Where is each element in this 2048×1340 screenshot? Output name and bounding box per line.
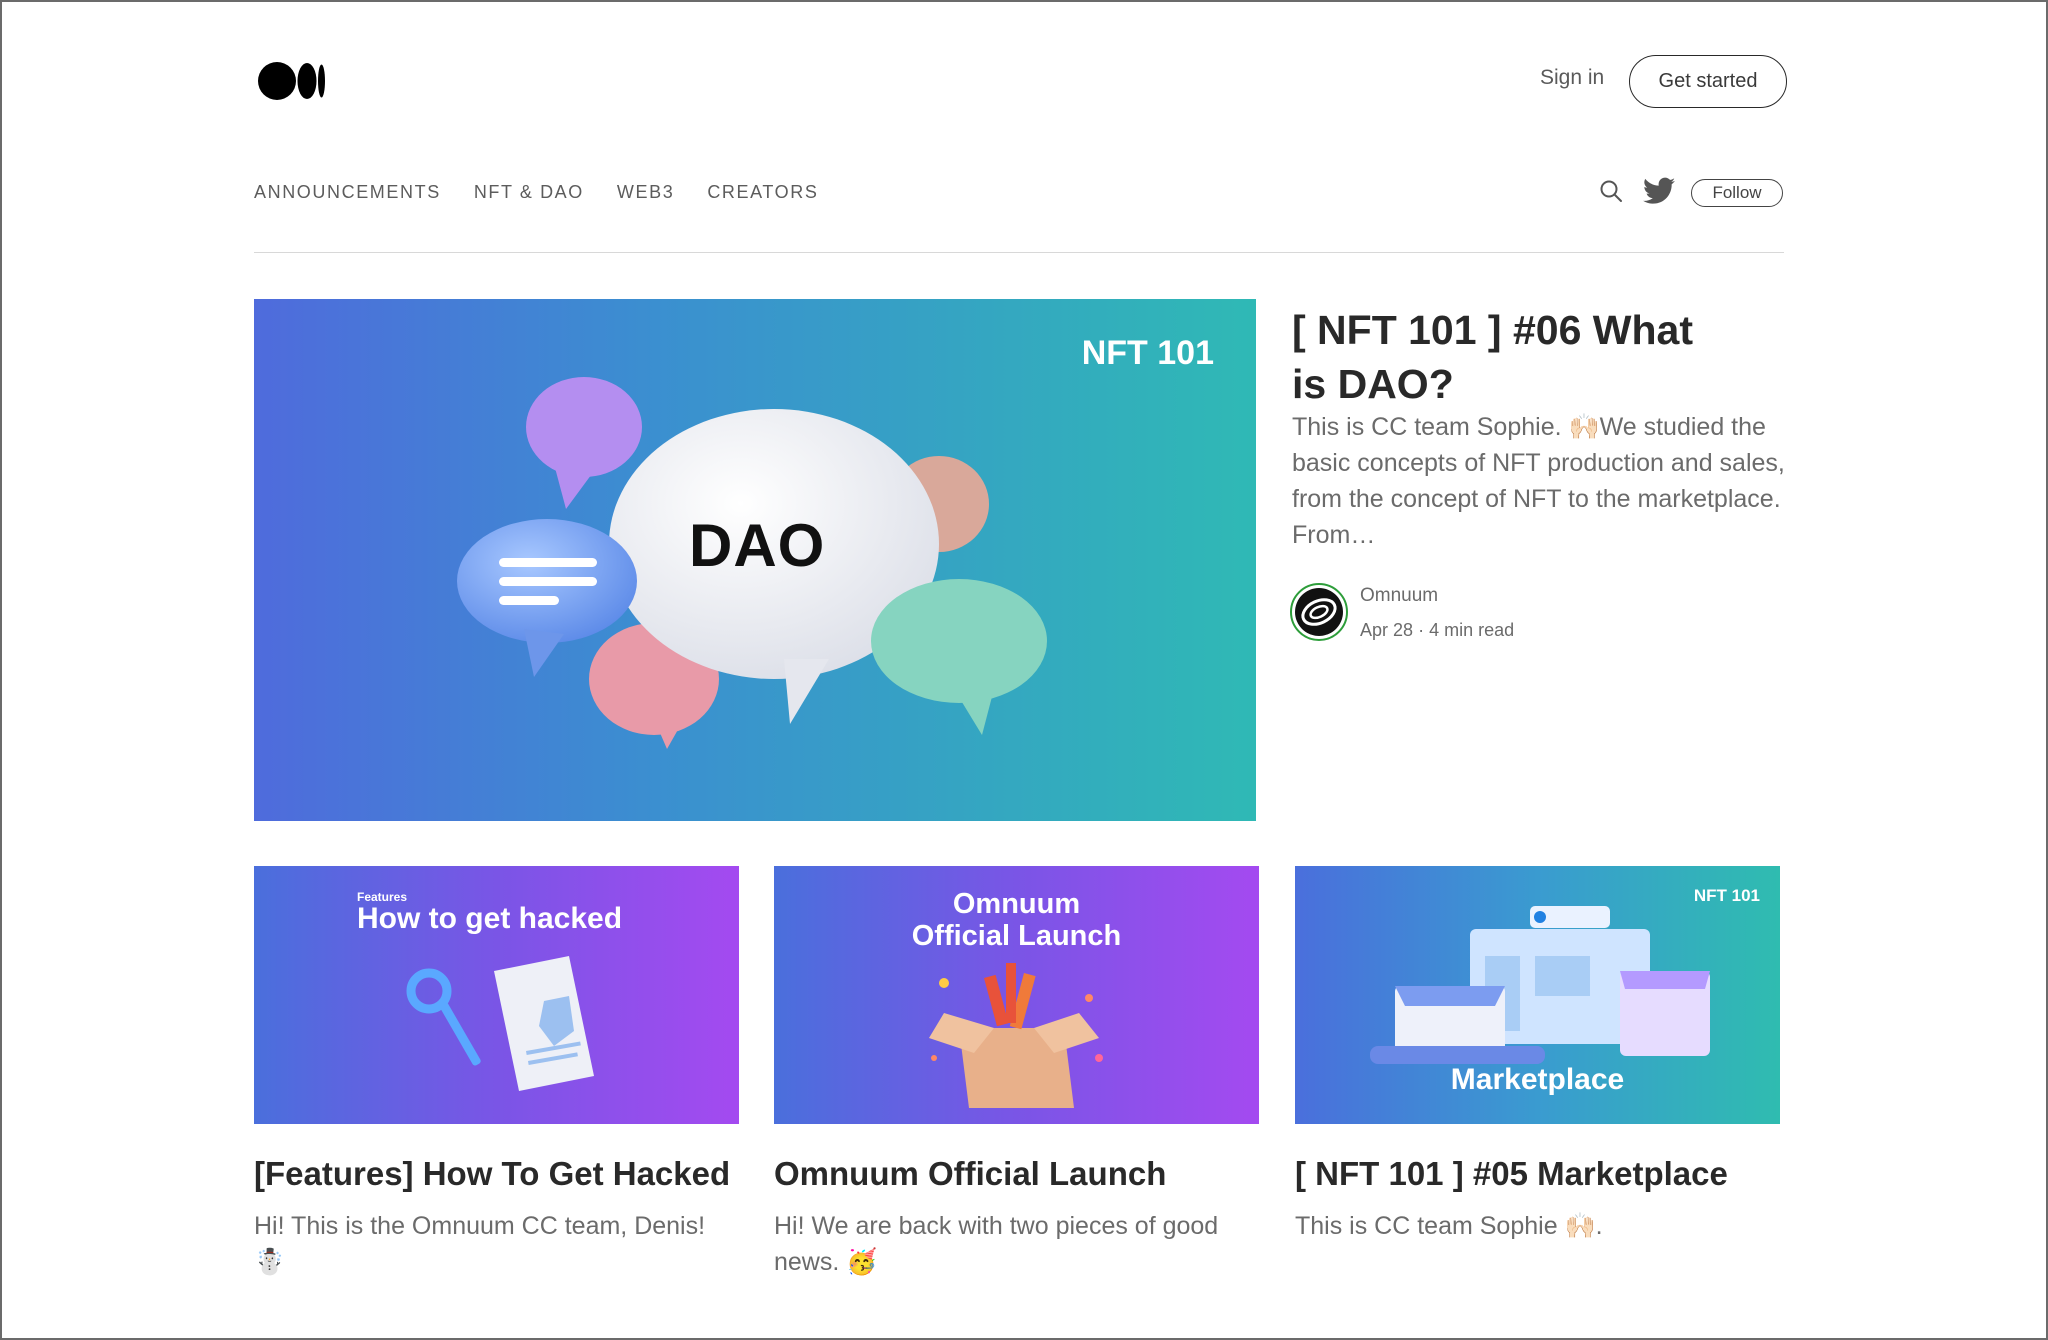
gift-box-fireworks-illustration <box>929 963 1103 1108</box>
publication-nav: ANNOUNCEMENTS NFT & DAO WEB3 CREATORS <box>254 182 851 203</box>
card-image-text-line-2: Official Launch <box>911 920 1122 952</box>
post-date: Apr 28 <box>1360 620 1414 640</box>
read-time: 4 min read <box>1429 620 1515 640</box>
meta-separator: · <box>1418 620 1430 640</box>
card-image-text-line-1: Omnuum <box>952 888 1081 920</box>
follow-button[interactable]: Follow <box>1691 179 1783 207</box>
nav-item-nft-dao[interactable]: NFT & DAO <box>474 182 584 203</box>
post-meta: Apr 28 · 4 min read <box>1360 620 1514 641</box>
nav-item-announcements[interactable]: ANNOUNCEMENTS <box>254 182 441 203</box>
card-excerpt[interactable]: This is CC team Sophie 🙌🏻. <box>1295 1208 1780 1244</box>
search-icon[interactable] <box>1598 178 1624 204</box>
nav-item-creators[interactable]: CREATORS <box>707 182 818 203</box>
header-divider <box>254 252 1784 253</box>
author-name[interactable]: Omnuum <box>1360 585 1438 607</box>
omnuum-logo-icon <box>1295 588 1343 636</box>
post-card[interactable]: Features How to get hacked [Features] Ho… <box>254 866 739 1280</box>
get-started-button[interactable]: Get started <box>1629 55 1787 108</box>
card-image[interactable]: NFT 101 Marketplace <box>1295 866 1780 1124</box>
card-excerpt[interactable]: Hi! This is the Omnuum CC team, Denis! ☃… <box>254 1208 739 1280</box>
card-title[interactable]: [Features] How To Get Hacked <box>254 1154 739 1194</box>
card-image[interactable]: Features How to get hacked <box>254 866 739 1124</box>
hero-image-label: DAO <box>689 512 826 579</box>
key-document-illustration <box>406 956 594 1091</box>
hero-excerpt[interactable]: This is CC team Sophie. 🙌🏻We studied the… <box>1292 409 1792 553</box>
card-image-text: How to get hacked <box>357 902 623 935</box>
card-image-text: Marketplace <box>1450 1063 1625 1096</box>
author-avatar[interactable] <box>1290 583 1348 641</box>
hero-image-tag: NFT 101 <box>1081 334 1214 372</box>
hero-title[interactable]: [ NFT 101 ] #06 What is DAO? <box>1292 303 1712 411</box>
card-excerpt[interactable]: Hi! We are back with two pieces of good … <box>774 1208 1259 1280</box>
medium-logo-icon[interactable] <box>258 62 326 100</box>
hero-image[interactable]: NFT 101 DAO <box>254 299 1256 821</box>
twitter-icon[interactable] <box>1643 177 1675 205</box>
post-card[interactable]: NFT 101 Marketplace [ NFT 101 ] #05 Mark… <box>1295 866 1780 1244</box>
card-image[interactable]: Omnuum Official Launch <box>774 866 1259 1124</box>
post-card[interactable]: Omnuum Official Launch Omnuum Official L… <box>774 866 1259 1280</box>
nav-item-web3[interactable]: WEB3 <box>617 182 674 203</box>
card-title[interactable]: [ NFT 101 ] #05 Marketplace <box>1295 1154 1780 1194</box>
card-title[interactable]: Omnuum Official Launch <box>774 1154 1259 1194</box>
sign-in-link[interactable]: Sign in <box>1540 66 1604 90</box>
marketplace-stores-illustration <box>1370 906 1710 1064</box>
